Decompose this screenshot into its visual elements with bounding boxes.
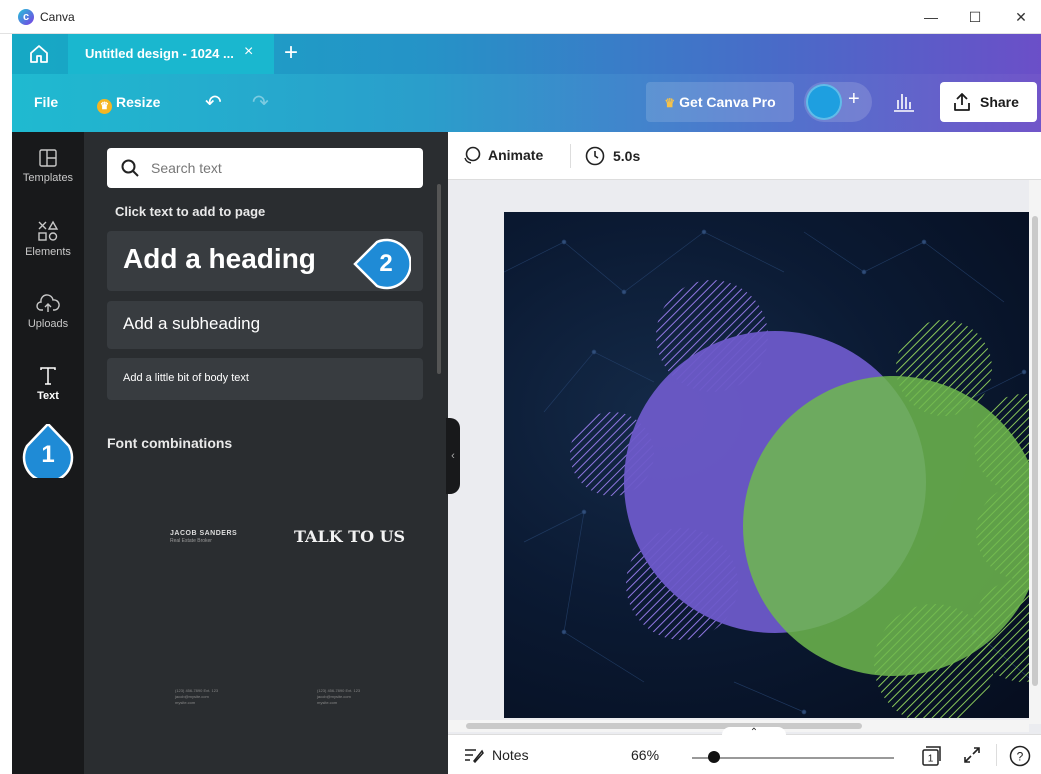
insights-button[interactable]	[892, 88, 916, 114]
sidebar-item-elements[interactable]: Elements	[12, 220, 84, 280]
add-body-text-button[interactable]: Add a little bit of body text	[107, 358, 423, 400]
tab-label: Untitled design - 1024 ...	[85, 46, 234, 61]
tab-untitled-design[interactable]: Untitled design - 1024 ... ×	[68, 34, 274, 74]
templates-icon	[39, 149, 57, 167]
avatar[interactable]	[806, 84, 842, 120]
home-button[interactable]	[26, 42, 52, 66]
sidebar-item-uploads[interactable]: Uploads	[12, 294, 84, 354]
window-titlebar: c Canva — ☐ ✕	[0, 0, 1041, 34]
share-icon	[954, 93, 970, 111]
collaborators[interactable]: +	[804, 82, 872, 122]
callout-badge-1: 1	[21, 424, 75, 478]
animate-button[interactable]: Animate	[462, 146, 543, 164]
editor-menubar: File ♛ Resize ↶ ↷ ♛ Get Canva Pro + Share	[12, 74, 1041, 132]
duration-button[interactable]: 5.0s	[585, 146, 640, 166]
file-menu[interactable]: File	[34, 94, 58, 110]
toolbar-divider	[570, 144, 571, 168]
combo-a-subtitle: Real Estate Broker	[170, 538, 212, 544]
panel-scrollbar[interactable]	[437, 184, 441, 374]
notes-icon	[465, 749, 484, 764]
new-tab-button[interactable]: +	[284, 39, 298, 67]
page-number: 1	[928, 754, 934, 765]
minimize-button[interactable]: —	[916, 6, 946, 28]
subheading-label: Add a subheading	[123, 314, 261, 333]
animate-label: Animate	[488, 147, 544, 163]
canva-app-window: c Canva — ☐ ✕ Untitled design - 1024 ...…	[0, 0, 1041, 774]
pages-icon: 1	[922, 746, 941, 766]
footer-divider	[996, 744, 997, 766]
help-icon: ?	[1009, 745, 1031, 767]
fullscreen-button[interactable]	[962, 745, 982, 770]
zoom-level[interactable]: 66%	[631, 747, 659, 763]
font-combinations-title: Font combinations	[107, 435, 233, 451]
animate-icon	[464, 146, 481, 164]
design-canvas[interactable]	[504, 212, 1034, 718]
callout-1-number: 1	[41, 441, 55, 468]
add-collaborator-icon[interactable]: +	[848, 88, 860, 111]
text-icon	[40, 367, 56, 385]
pro-label: Get Canva Pro	[679, 94, 776, 110]
font-combination-d[interactable]: (123) 456-7890 Ext. 123 jacob@mysite.com…	[317, 688, 360, 706]
resize-button[interactable]: ♛ Resize	[97, 94, 160, 114]
design-artwork	[504, 229, 1034, 718]
body-text-label: Add a little bit of body text	[123, 372, 249, 384]
heading-label: Add a heading	[123, 243, 316, 274]
get-canva-pro-button[interactable]: ♛ Get Canva Pro	[646, 82, 794, 122]
panel-hint: Click text to add to page	[115, 204, 266, 219]
cloud-upload-icon	[36, 294, 60, 312]
clock-icon	[585, 146, 605, 166]
search-icon	[121, 159, 139, 177]
page-count-button[interactable]: 1	[920, 745, 942, 772]
window-title: Canva	[40, 10, 75, 24]
sidebar-item-label: Templates	[22, 172, 74, 184]
crown-icon: ♛	[97, 99, 112, 114]
add-subheading-button[interactable]: Add a subheading	[107, 301, 423, 349]
notes-label: Notes	[492, 747, 529, 763]
home-icon	[30, 45, 48, 63]
help-button[interactable]: ?	[1009, 745, 1031, 772]
canva-logo-icon: c	[18, 9, 34, 25]
sidebar-item-templates[interactable]: Templates	[12, 148, 84, 208]
vertical-scroll-thumb[interactable]	[1032, 216, 1038, 686]
collapse-panel-button[interactable]: ‹	[446, 418, 460, 494]
share-label: Share	[980, 94, 1019, 110]
tab-bar: Untitled design - 1024 ... × +	[12, 34, 1041, 74]
help-glyph: ?	[1017, 750, 1024, 764]
search-input[interactable]	[151, 158, 411, 178]
resize-label: Resize	[116, 94, 161, 110]
undo-icon[interactable]: ↶	[205, 90, 222, 115]
editor-footer: ⌃ Notes 66% 1 ?	[448, 727, 1041, 774]
font-combination-b[interactable]: TALK TO US	[294, 527, 405, 546]
combo-a-title: JACOB SANDERS	[170, 530, 238, 537]
duration-label: 5.0s	[613, 148, 641, 164]
show-pages-toggle[interactable]: ⌃	[722, 727, 786, 741]
zoom-slider[interactable]	[692, 757, 894, 759]
sidebar-item-label: Uploads	[27, 318, 69, 330]
vertical-scrollbar[interactable]	[1029, 180, 1041, 724]
zoom-slider-handle[interactable]	[708, 751, 720, 763]
sidebar-item-label: Elements	[25, 246, 71, 258]
search-box[interactable]	[107, 148, 423, 188]
sidebar-item-label: Text	[37, 390, 59, 402]
crown-icon: ♛	[664, 96, 676, 110]
editor-toolbar: Animate 5.0s	[448, 132, 1041, 180]
maximize-button[interactable]: ☐	[960, 6, 990, 28]
expand-icon	[964, 747, 980, 763]
text-panel: Click text to add to page Add a heading …	[84, 132, 448, 774]
editor-area: Animate 5.0s ⌃ Notes 66% 1 ?	[448, 132, 1041, 774]
callout-2-number: 2	[379, 250, 393, 277]
sidebar-item-text[interactable]: Text	[12, 366, 84, 426]
share-button[interactable]: Share	[940, 82, 1037, 122]
close-window-button[interactable]: ✕	[1006, 6, 1036, 28]
tab-close-icon[interactable]: ×	[244, 43, 253, 61]
bar-chart-icon	[894, 94, 914, 112]
redo-icon[interactable]: ↷	[252, 90, 269, 115]
notes-button[interactable]: Notes	[464, 747, 529, 764]
callout-badge-2: 2	[353, 237, 411, 291]
horizontal-scroll-thumb[interactable]	[466, 723, 862, 729]
shapes-icon	[38, 220, 59, 241]
font-combination-c[interactable]: (123) 456-7890 Ext. 123 jacob@mysite.com…	[175, 688, 218, 706]
